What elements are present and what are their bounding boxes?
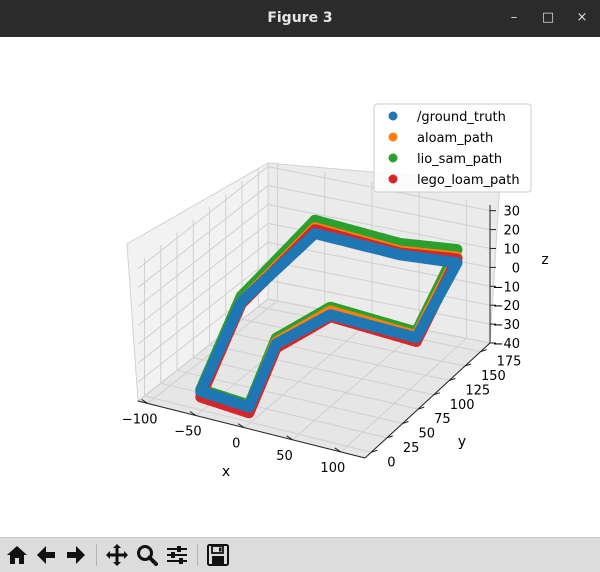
x-tick-label: −100 <box>122 412 158 427</box>
legend-marker <box>388 174 398 184</box>
minimize-button[interactable]: – <box>505 9 523 27</box>
legend-marker <box>388 132 398 142</box>
y-axis-label: y <box>458 434 466 450</box>
z-tick-label: 30 <box>503 205 520 220</box>
z-tick-label: −40 <box>493 337 520 352</box>
back-arrow-icon[interactable] <box>33 542 59 568</box>
x-tick-label: −50 <box>174 425 201 440</box>
z-tick-label: −10 <box>493 280 520 295</box>
y-tick-label: 150 <box>481 369 506 384</box>
zoom-icon[interactable] <box>134 542 160 568</box>
plot-area[interactable]: −100 −50 0 50 100 0 25 50 75 100 125 150 175 30 20 10 0−… <box>0 37 600 537</box>
z-tick-label: 10 <box>503 242 520 257</box>
window-titlebar: Figure 3 – □ × <box>0 0 600 37</box>
y-tick-label: 125 <box>465 383 490 398</box>
z-tick-label: 0 <box>512 261 520 276</box>
y-tick-label: 0 <box>387 455 395 470</box>
legend-label: /ground_truth <box>417 110 506 125</box>
save-icon[interactable] <box>205 542 231 568</box>
toolbar-separator <box>197 544 198 566</box>
x-axis-label: x <box>222 464 230 480</box>
legend-label: aloam_path <box>417 131 493 146</box>
y-tick-label: 25 <box>403 441 420 456</box>
home-icon[interactable] <box>4 542 30 568</box>
x-tick-label: 0 <box>232 437 240 452</box>
y-tick-label: 75 <box>434 412 451 427</box>
chart-3d-axes[interactable]: −100−50050100 02550751001251501753020100−… <box>0 37 600 537</box>
y-tick-label: 50 <box>419 427 436 442</box>
z-tick-label: −20 <box>493 299 520 314</box>
close-button[interactable]: × <box>573 9 591 27</box>
x-tick-label: 50 <box>276 449 293 464</box>
y-tick-label: 175 <box>497 355 522 370</box>
maximize-button[interactable]: □ <box>539 9 557 27</box>
z-axis-label: z <box>541 252 548 268</box>
legend-marker <box>388 111 398 121</box>
pan-icon[interactable] <box>104 542 130 568</box>
z-tick-label: 20 <box>503 224 520 239</box>
legend-marker <box>388 153 398 163</box>
configure-subplots-icon[interactable] <box>164 542 190 568</box>
legend-label: lego_loam_path <box>417 173 520 188</box>
legend-label: lio_sam_path <box>417 152 502 167</box>
matplotlib-toolbar <box>0 537 600 572</box>
z-tick-label: −30 <box>493 318 520 333</box>
y-tick-label: 100 <box>450 398 475 413</box>
x-tick-label: 100 <box>320 461 345 476</box>
forward-arrow-icon[interactable] <box>63 542 89 568</box>
toolbar-separator <box>96 544 97 566</box>
data-point <box>244 400 256 411</box>
legend: /ground_truth aloam_path lio_sam_path lego_… <box>373 103 532 193</box>
